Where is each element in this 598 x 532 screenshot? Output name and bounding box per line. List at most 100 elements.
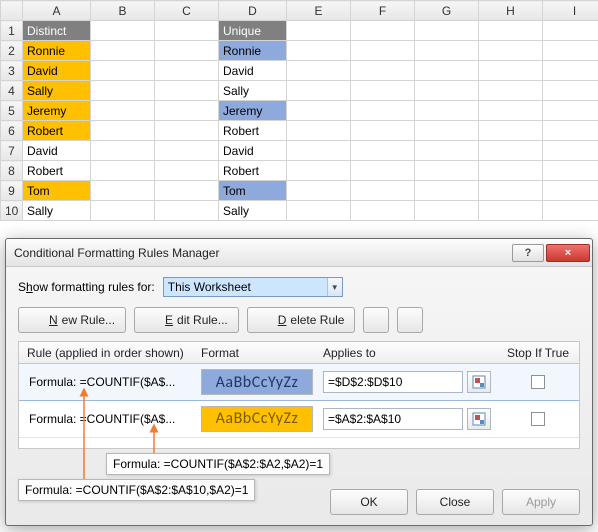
cell[interactable] xyxy=(351,181,415,201)
move-down-button[interactable] xyxy=(397,307,423,333)
stop-if-true-checkbox[interactable] xyxy=(531,412,545,426)
cell[interactable] xyxy=(155,61,219,81)
cell[interactable] xyxy=(479,81,543,101)
cell[interactable] xyxy=(155,181,219,201)
cell[interactable] xyxy=(155,201,219,221)
cell[interactable]: David xyxy=(219,141,287,161)
col-header-I[interactable]: I xyxy=(543,1,598,21)
row-header-6[interactable]: 6 xyxy=(1,121,23,141)
cell[interactable] xyxy=(91,101,155,121)
cell[interactable]: Sally xyxy=(219,201,287,221)
cell[interactable]: David xyxy=(23,61,91,81)
col-header-E[interactable]: E xyxy=(287,1,351,21)
cell[interactable]: Ronnie xyxy=(219,41,287,61)
cell[interactable]: Distinct xyxy=(23,21,91,41)
cell[interactable] xyxy=(91,201,155,221)
cell[interactable] xyxy=(543,161,598,181)
cell[interactable] xyxy=(155,121,219,141)
show-rules-for-value[interactable] xyxy=(164,278,327,296)
cell[interactable] xyxy=(351,201,415,221)
row-header-7[interactable]: 7 xyxy=(1,141,23,161)
cell[interactable]: Robert xyxy=(23,161,91,181)
col-header-F[interactable]: F xyxy=(351,1,415,21)
delete-rule-button[interactable]: Delete Rule xyxy=(247,307,356,333)
stop-if-true-checkbox[interactable] xyxy=(531,375,545,389)
rule-row[interactable]: Formula: =COUNTIF($A$...AaBbCcYyZz xyxy=(18,363,580,401)
cell[interactable]: David xyxy=(23,141,91,161)
col-header-B[interactable]: B xyxy=(91,1,155,21)
row-header-4[interactable]: 4 xyxy=(1,81,23,101)
cell[interactable] xyxy=(155,41,219,61)
cell[interactable] xyxy=(155,81,219,101)
cell[interactable] xyxy=(415,101,479,121)
cell[interactable] xyxy=(415,201,479,221)
cell[interactable] xyxy=(287,41,351,61)
apply-button[interactable]: Apply xyxy=(502,489,580,515)
cell[interactable]: Tom xyxy=(219,181,287,201)
cell[interactable] xyxy=(155,101,219,121)
col-header-H[interactable]: H xyxy=(479,1,543,21)
row-header-5[interactable]: 5 xyxy=(1,101,23,121)
cell[interactable] xyxy=(351,101,415,121)
cell[interactable] xyxy=(91,181,155,201)
cell[interactable] xyxy=(479,161,543,181)
cell[interactable] xyxy=(351,141,415,161)
cell[interactable] xyxy=(543,181,598,201)
spreadsheet-grid[interactable]: A B C D E F G H I 1DistinctUnique2Ronnie… xyxy=(0,0,598,221)
rule-row[interactable]: Formula: =COUNTIF($A$...AaBbCcYyZz xyxy=(19,400,579,438)
cell[interactable] xyxy=(351,61,415,81)
cell[interactable] xyxy=(479,41,543,61)
select-all-corner[interactable] xyxy=(1,1,23,21)
cell[interactable] xyxy=(351,21,415,41)
cell[interactable] xyxy=(351,41,415,61)
cell[interactable] xyxy=(543,61,598,81)
edit-rule-button[interactable]: Edit Rule... xyxy=(134,307,239,333)
cell[interactable] xyxy=(415,61,479,81)
ok-button[interactable]: OK xyxy=(330,489,408,515)
cell[interactable] xyxy=(351,161,415,181)
cell[interactable] xyxy=(479,201,543,221)
applies-to-input[interactable] xyxy=(323,408,463,430)
cell[interactable] xyxy=(543,121,598,141)
cell[interactable] xyxy=(287,161,351,181)
col-header-C[interactable]: C xyxy=(155,1,219,21)
close-button[interactable]: Close xyxy=(416,489,494,515)
cell[interactable] xyxy=(479,181,543,201)
move-up-button[interactable] xyxy=(363,307,389,333)
row-header-3[interactable]: 3 xyxy=(1,61,23,81)
cell[interactable] xyxy=(91,61,155,81)
cell[interactable] xyxy=(543,141,598,161)
cell[interactable]: Robert xyxy=(23,121,91,141)
cell[interactable] xyxy=(543,81,598,101)
chevron-down-icon[interactable]: ▼ xyxy=(327,278,342,296)
help-button[interactable]: ? xyxy=(512,244,544,262)
cell[interactable]: Sally xyxy=(23,81,91,101)
cell[interactable] xyxy=(155,141,219,161)
cell[interactable] xyxy=(351,81,415,101)
cell[interactable] xyxy=(479,101,543,121)
col-header-A[interactable]: A xyxy=(23,1,91,21)
row-header-10[interactable]: 10 xyxy=(1,201,23,221)
cell[interactable] xyxy=(91,81,155,101)
cell[interactable] xyxy=(543,101,598,121)
cell[interactable] xyxy=(91,141,155,161)
cell[interactable] xyxy=(479,121,543,141)
cell[interactable]: Sally xyxy=(23,201,91,221)
cell[interactable]: Jeremy xyxy=(219,101,287,121)
cell[interactable] xyxy=(543,41,598,61)
cell[interactable] xyxy=(155,161,219,181)
close-window-button[interactable]: × xyxy=(546,244,590,262)
cell[interactable] xyxy=(415,41,479,61)
cell[interactable] xyxy=(91,161,155,181)
cell[interactable] xyxy=(543,201,598,221)
cell[interactable]: Robert xyxy=(219,161,287,181)
cell[interactable] xyxy=(415,161,479,181)
cell[interactable] xyxy=(415,21,479,41)
cell[interactable] xyxy=(287,101,351,121)
cell[interactable] xyxy=(479,141,543,161)
cell[interactable]: Jeremy xyxy=(23,101,91,121)
row-header-8[interactable]: 8 xyxy=(1,161,23,181)
range-picker-button[interactable] xyxy=(467,408,491,430)
cell[interactable] xyxy=(415,121,479,141)
cell[interactable] xyxy=(287,181,351,201)
